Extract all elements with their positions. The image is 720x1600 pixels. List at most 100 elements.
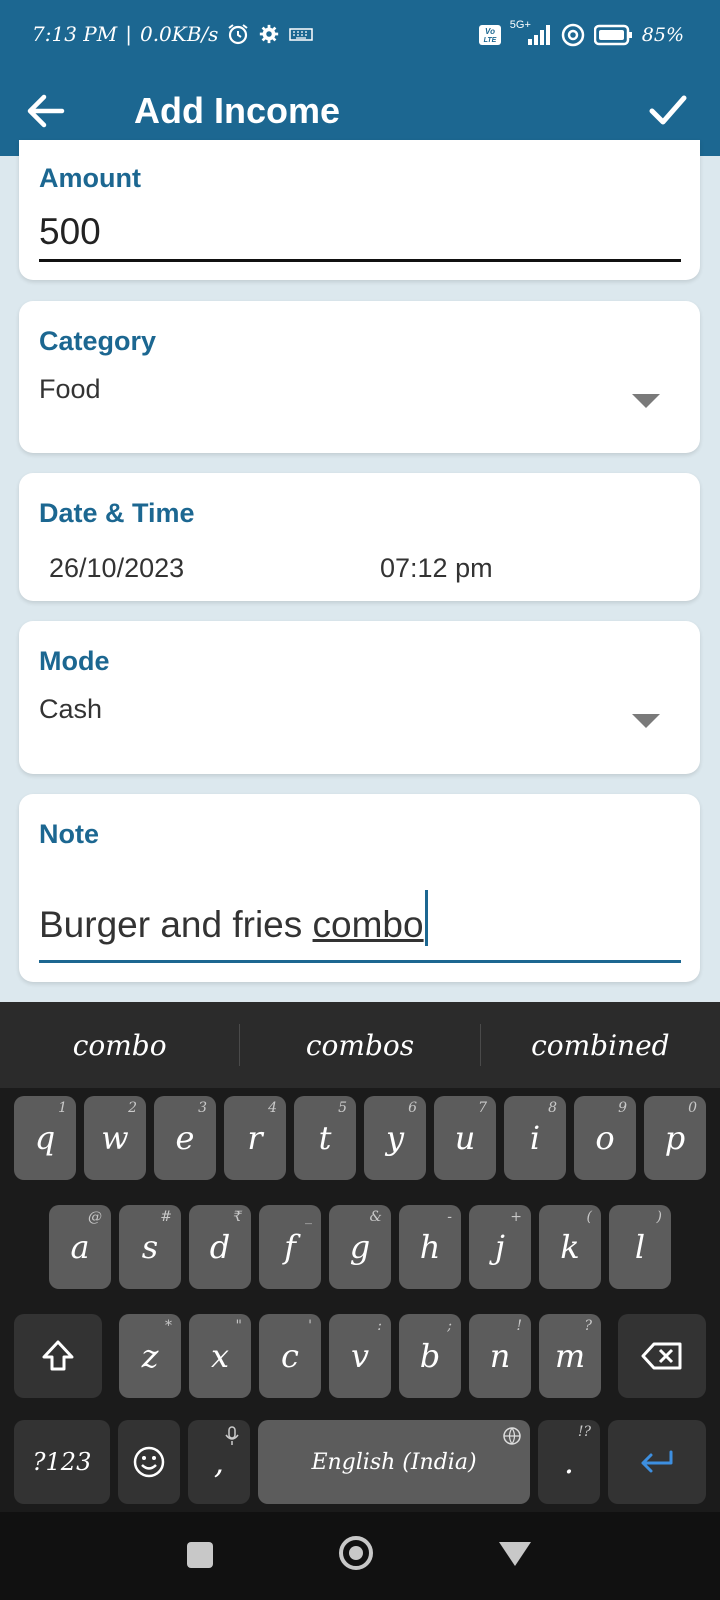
category-value: Food — [39, 374, 101, 404]
recents-square-icon[interactable] — [187, 1542, 213, 1568]
symbols-key-label: ?123 — [32, 1448, 92, 1476]
key-h[interactable]: -h — [399, 1205, 461, 1289]
key-l[interactable]: ) l — [609, 1205, 671, 1289]
home-dot — [349, 1546, 363, 1560]
key-t[interactable]: 5t — [294, 1096, 356, 1180]
datetime-card: Date & Time 26/10/2023 07:12 pm — [19, 473, 700, 601]
status-time: 7:13 PM — [32, 22, 118, 46]
comma-key[interactable]: , — [188, 1420, 250, 1504]
signal-group: 5G+ — [510, 19, 552, 47]
key-z[interactable]: * z — [119, 1314, 181, 1398]
key-u[interactable]: 7u — [434, 1096, 496, 1180]
volte-icon: Vo LTE — [478, 25, 501, 45]
key-b[interactable]: ; b — [399, 1314, 461, 1398]
key-p[interactable]: 0p — [644, 1096, 706, 1180]
space-key[interactable]: English (India) — [258, 1420, 530, 1504]
key-q[interactable]: 1q — [14, 1096, 76, 1180]
key-hint: 5 — [338, 1100, 347, 1116]
key-hint: 1 — [58, 1100, 67, 1116]
back-triangle-icon[interactable] — [499, 1542, 531, 1566]
key-label: y — [385, 1119, 405, 1157]
key-hint: 3 — [198, 1100, 207, 1116]
mode-card[interactable]: Mode Cash — [19, 621, 700, 774]
key-x[interactable]: " x — [189, 1314, 251, 1398]
key-a[interactable]: @ a — [49, 1205, 111, 1289]
key-v[interactable]: :v — [329, 1314, 391, 1398]
key-s[interactable]: # s — [119, 1205, 181, 1289]
key-label: u — [454, 1119, 476, 1157]
key-e[interactable]: 3e — [154, 1096, 216, 1180]
category-card[interactable]: Category Food — [19, 301, 700, 453]
key-d[interactable]: ₹ d — [189, 1205, 251, 1289]
key-hint: 9 — [618, 1100, 627, 1116]
status-speed: 0.0KB/s — [139, 22, 219, 46]
key-hint: 2 — [128, 1100, 137, 1116]
key-label: o — [595, 1119, 615, 1157]
key-r[interactable]: 4r — [224, 1096, 286, 1180]
enter-key[interactable] — [608, 1420, 706, 1504]
status-bar: 7:13 PM | 0.0KB/s Vo LTE 5G+ 85% — [0, 0, 720, 70]
mode-label: Mode — [39, 646, 110, 676]
shift-key[interactable] — [14, 1314, 102, 1398]
key-hint: 4 — [268, 1100, 277, 1116]
home-circle-icon[interactable] — [339, 1536, 373, 1570]
time-field[interactable]: 07:12 pm — [380, 553, 493, 584]
system-nav-bar — [0, 1512, 720, 1600]
key-label: g — [349, 1228, 371, 1266]
enter-icon — [641, 1450, 673, 1473]
datetime-label: Date & Time — [39, 498, 195, 528]
note-label: Note — [39, 819, 99, 849]
emoji-key[interactable] — [118, 1420, 180, 1504]
backspace-icon — [641, 1342, 682, 1370]
key-f[interactable]: _ f — [259, 1205, 321, 1289]
status-left: 7:13 PM | 0.0KB/s — [32, 22, 314, 46]
key-g[interactable]: & g — [329, 1205, 391, 1289]
period-key[interactable]: !? . — [538, 1420, 600, 1504]
key-label: e — [175, 1119, 195, 1157]
key-label: z — [141, 1337, 159, 1375]
date-field[interactable]: 26/10/2023 — [49, 553, 184, 584]
back-arrow-icon[interactable] — [22, 88, 68, 134]
key-j[interactable]: + j — [469, 1205, 531, 1289]
svg-text:LTE: LTE — [483, 37, 496, 44]
key-y[interactable]: 6y — [364, 1096, 426, 1180]
key-i[interactable]: 8i — [504, 1096, 566, 1180]
shift-icon — [42, 1340, 74, 1371]
hotspot-icon — [561, 23, 585, 47]
key-label: h — [419, 1228, 441, 1266]
key-hint: # — [160, 1209, 172, 1225]
keyboard-icon — [289, 28, 314, 41]
key-label: s — [141, 1228, 159, 1266]
symbols-key[interactable]: ?123 — [14, 1420, 110, 1504]
key-w[interactable]: 2w — [84, 1096, 146, 1180]
note-underline — [39, 960, 681, 963]
key-k[interactable]: (k — [539, 1205, 601, 1289]
key-label: k — [560, 1228, 580, 1266]
key-o[interactable]: 9o — [574, 1096, 636, 1180]
category-dropdown-icon[interactable] — [632, 394, 660, 408]
battery-icon — [593, 24, 632, 46]
suggestion-1[interactable]: combo — [0, 1029, 239, 1062]
globe-icon — [503, 1427, 521, 1445]
key-hint: 7 — [478, 1100, 487, 1116]
battery-percent: 85% — [641, 24, 684, 46]
key-n[interactable]: ! n — [469, 1314, 531, 1398]
suggestion-2[interactable]: combos — [240, 1029, 479, 1062]
key-m[interactable]: ? m — [539, 1314, 601, 1398]
page-title: Add Income — [134, 90, 341, 131]
mode-dropdown-icon[interactable] — [632, 714, 660, 728]
check-icon[interactable] — [644, 86, 692, 134]
key-label: f — [284, 1228, 296, 1266]
note-input[interactable]: Burger and fries combo — [39, 890, 428, 946]
settings-icon — [260, 24, 279, 44]
key-hint: 0 — [688, 1100, 697, 1116]
key-hint: + — [510, 1209, 522, 1225]
key-label: j — [495, 1228, 505, 1266]
backspace-key[interactable] — [618, 1314, 706, 1398]
key-label: a — [70, 1228, 90, 1266]
amount-input[interactable]: 500 — [39, 211, 101, 253]
suggestion-3[interactable]: combined — [481, 1029, 720, 1062]
key-label: v — [350, 1337, 370, 1375]
category-label: Category — [39, 326, 157, 356]
key-c[interactable]: ' c — [259, 1314, 321, 1398]
